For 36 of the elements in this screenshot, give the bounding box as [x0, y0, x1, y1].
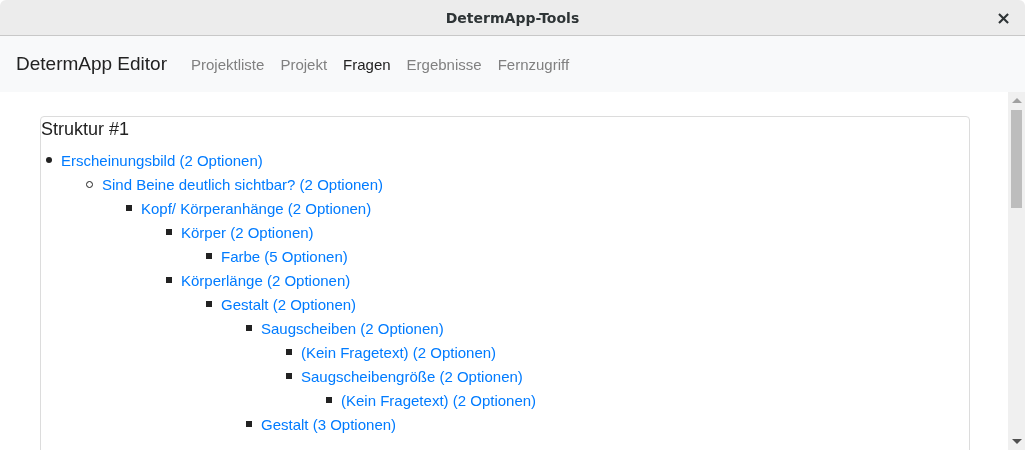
nav-link[interactable]: Projektliste	[183, 55, 273, 73]
bullet-icon	[206, 253, 212, 259]
card-title: Struktur #1	[41, 119, 131, 140]
bullet-icon	[246, 325, 252, 331]
bullet-icon	[46, 157, 52, 163]
bullet-icon	[246, 421, 252, 427]
bullet-icon	[326, 397, 332, 403]
nav-link[interactable]: Projekt	[272, 55, 336, 73]
tree-link[interactable]: Sind Beine deutlich sichtbar? (2 Optionen)	[102, 175, 383, 193]
tree-link[interactable]: Saugscheiben (2 Optionen)	[261, 319, 444, 337]
tree-link[interactable]: Erscheinungsbild (2 Optionen)	[61, 151, 263, 169]
bullet-icon	[286, 349, 292, 355]
bullet-icon	[166, 229, 172, 235]
tree-link[interactable]: Farbe (5 Optionen)	[221, 247, 348, 265]
scrollbar[interactable]	[1008, 92, 1025, 450]
bullet-icon	[126, 205, 132, 211]
tree-link[interactable]: Gestalt (2 Optionen)	[221, 295, 357, 313]
tree-link[interactable]: Körperlänge (2 Optionen)	[181, 271, 351, 289]
app-brand[interactable]: DetermApp Editor	[16, 53, 167, 75]
tree-link[interactable]: Gestalt (3 Optionen)	[261, 415, 397, 433]
tree-link[interactable]: Körper (2 Optionen)	[181, 223, 314, 241]
tree-link[interactable]: (Kein Fragetext) (2 Optionen)	[301, 343, 497, 361]
bullet-icon	[166, 277, 172, 283]
window-title: DetermApp-Tools	[445, 9, 580, 26]
bullet-icon	[286, 373, 292, 379]
bullet-icon	[206, 301, 212, 307]
nav-link[interactable]: Fragen	[335, 55, 399, 73]
tree-link[interactable]: Kopf/ Körperanhänge (2 Optionen)	[141, 199, 372, 217]
close-button[interactable]: ×	[991, 7, 1015, 28]
scroll-up-icon[interactable]	[1012, 98, 1022, 103]
scroll-down-icon[interactable]	[1012, 439, 1022, 444]
tree-link[interactable]: Saugscheibengröße (2 Optionen)	[301, 367, 523, 385]
nav-link[interactable]: Ergebnisse	[398, 55, 490, 73]
tree-link[interactable]: (Kein Fragetext) (2 Optionen)	[341, 391, 537, 409]
nav-link[interactable]: Fernzugriff	[489, 55, 578, 73]
scrollbar-thumb[interactable]	[1011, 110, 1022, 208]
